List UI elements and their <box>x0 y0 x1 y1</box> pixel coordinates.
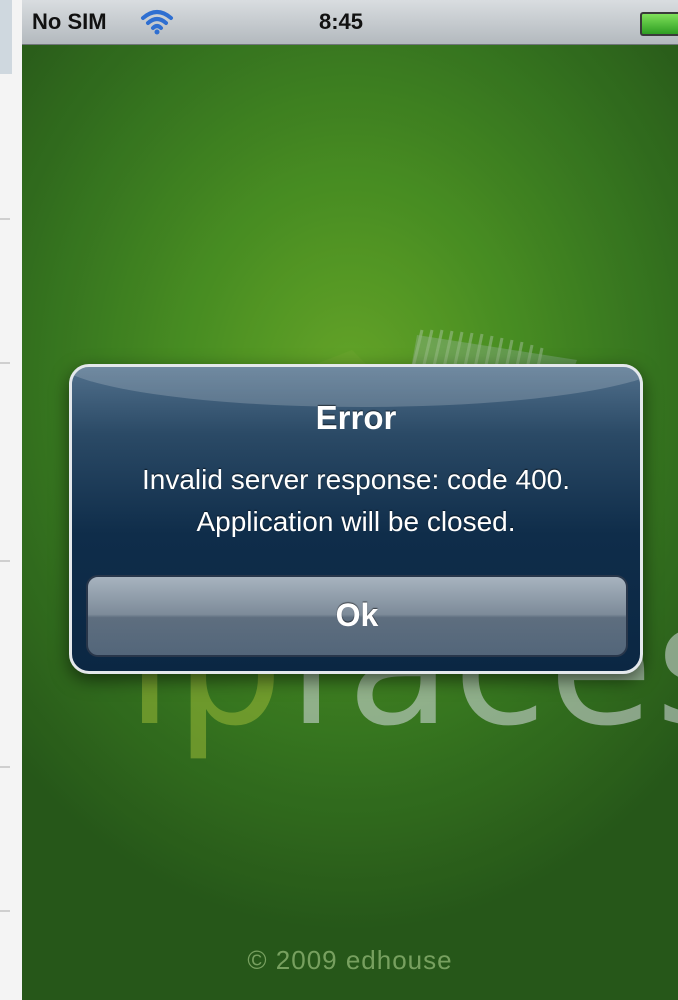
left-margin-strip <box>0 0 23 1000</box>
divider <box>0 560 10 562</box>
error-alert-dialog: Error Invalid server response: code 400.… <box>69 364 643 674</box>
clock-label: 8:45 <box>318 9 364 34</box>
divider <box>0 766 10 768</box>
alert-message: Invalid server response: code 400. Appli… <box>141 464 571 537</box>
divider <box>0 362 10 364</box>
status-bar: No SIM 8:45 <box>22 0 678 45</box>
battery-icon <box>640 12 678 36</box>
alert-title: Error <box>315 399 397 436</box>
side-tab <box>0 0 12 74</box>
phone-screen: ipfaces © 2009 edhouse No SIM 8:45 Error… <box>22 0 678 1000</box>
ok-button[interactable]: Ok <box>86 575 628 657</box>
divider <box>0 218 10 220</box>
divider <box>0 910 10 912</box>
